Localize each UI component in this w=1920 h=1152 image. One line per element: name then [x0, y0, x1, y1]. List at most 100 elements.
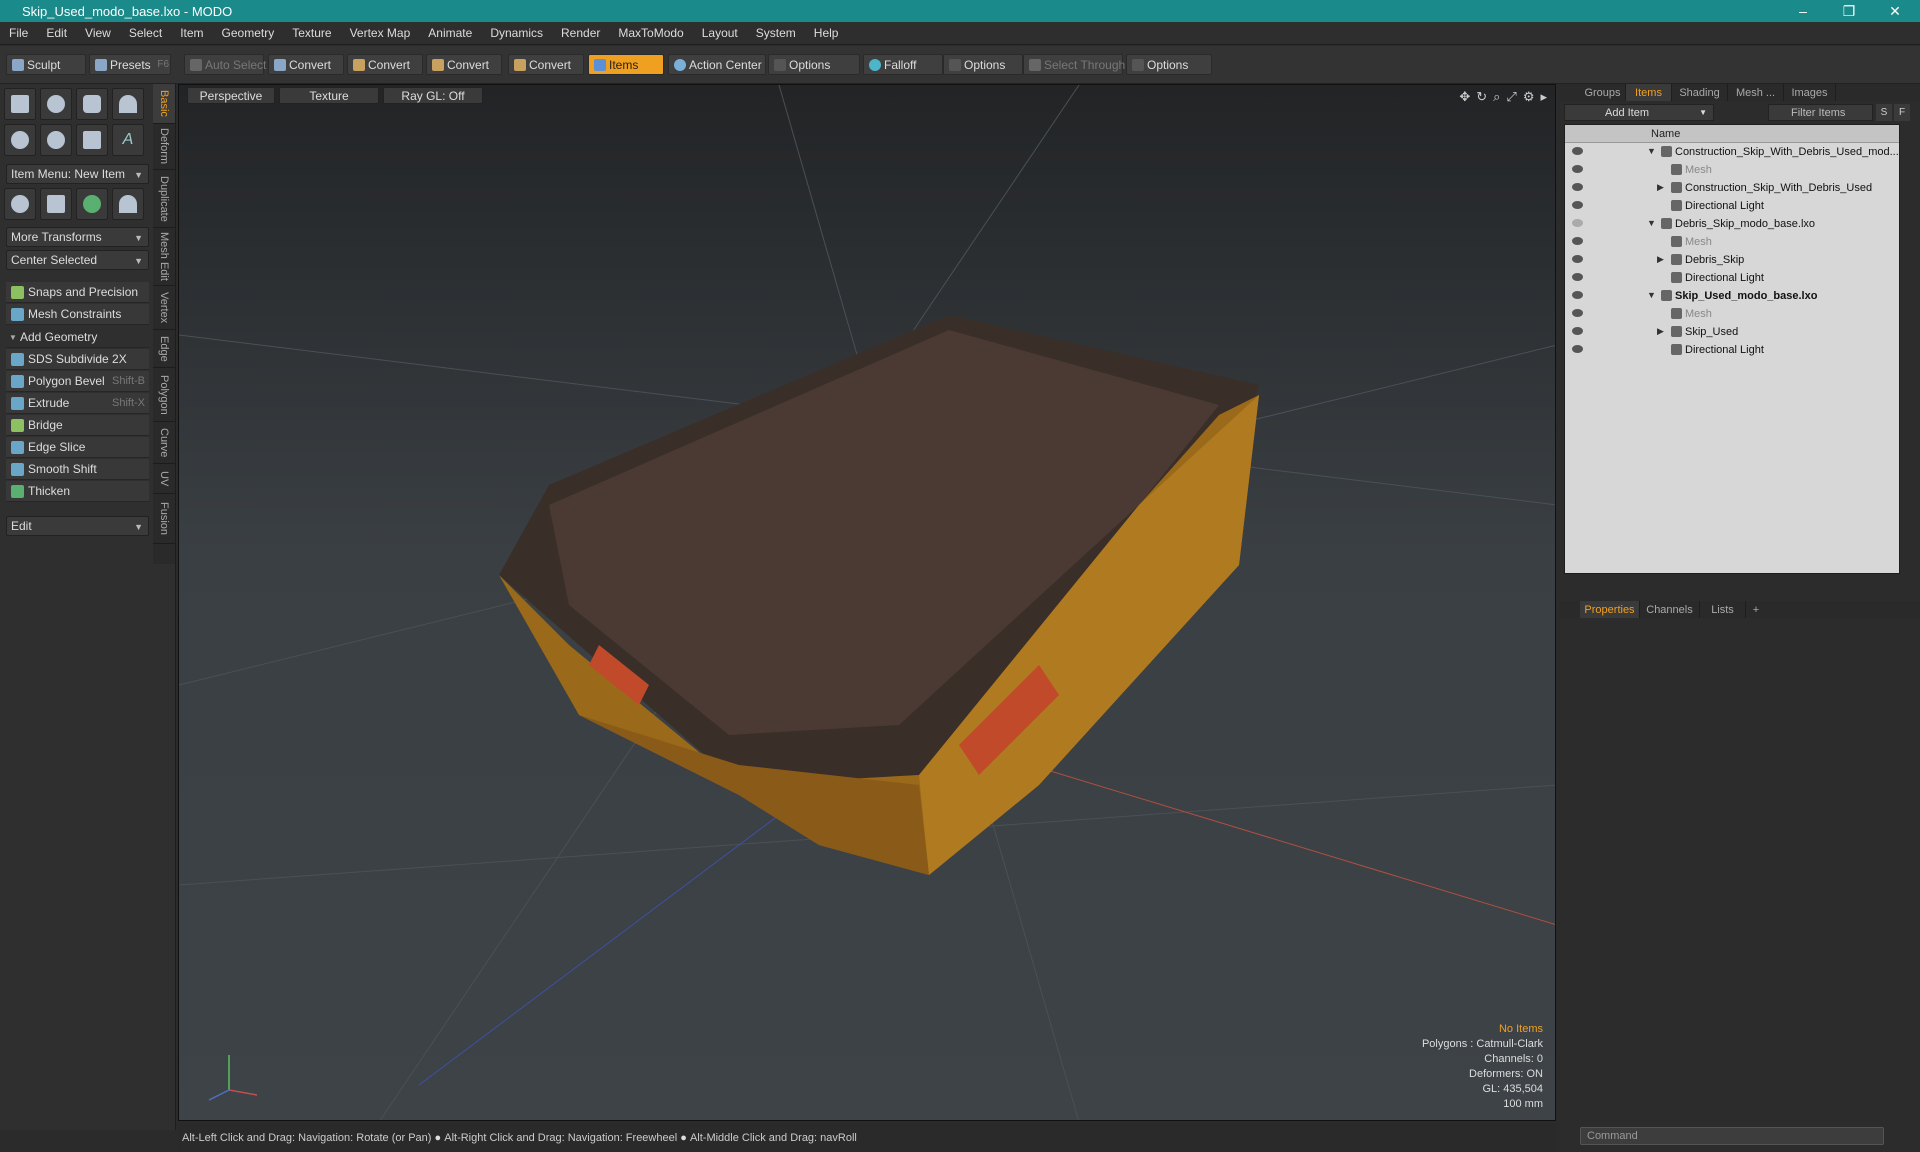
menu-layout[interactable]: Layout — [693, 26, 747, 40]
item-row[interactable]: ▼ Skip_Used_modo_base.lxo — [1565, 287, 1899, 305]
chevron-down-icon[interactable]: ▼ — [1647, 218, 1656, 228]
eye-icon[interactable] — [1572, 165, 1583, 173]
menu-render[interactable]: Render — [552, 26, 609, 40]
sphere-primitive-button[interactable] — [40, 88, 72, 120]
tab-shading[interactable]: Shading — [1672, 84, 1728, 101]
eye-icon[interactable] — [1572, 147, 1583, 155]
snaps-precision-button[interactable]: Snaps and Precision — [6, 282, 149, 303]
eye-icon[interactable] — [1572, 237, 1583, 245]
tab-channels[interactable]: Channels — [1640, 601, 1700, 618]
3d-viewport[interactable]: Perspective Texture Ray GL: Off ✥ ↻ ⌕ ⤢ ⚙ ▸ N… — [178, 84, 1556, 1121]
menu-view[interactable]: View — [76, 26, 120, 40]
tab-fusion[interactable]: Fusion — [153, 494, 175, 544]
tab-duplicate[interactable]: Duplicate — [153, 170, 175, 228]
eye-icon[interactable] — [1572, 183, 1583, 191]
item-row[interactable]: Directional Light — [1565, 341, 1899, 359]
eye-icon[interactable] — [1572, 201, 1583, 209]
tab-deform[interactable]: Deform — [153, 124, 175, 170]
eye-icon[interactable] — [1572, 273, 1583, 281]
menu-select[interactable]: Select — [120, 26, 171, 40]
tab-items[interactable]: Items — [1626, 84, 1672, 101]
tab-properties[interactable]: Properties — [1580, 601, 1640, 618]
item-row[interactable]: Mesh — [1565, 305, 1899, 323]
globe-button[interactable] — [76, 188, 108, 220]
menu-edit[interactable]: Edit — [37, 26, 76, 40]
center-selected-dropdown[interactable]: Center Selected ▼ — [6, 250, 149, 270]
eye-icon[interactable] — [1572, 309, 1583, 317]
falloff-button[interactable]: Falloff — [863, 54, 943, 75]
grid-button[interactable] — [40, 188, 72, 220]
convert-button-4[interactable]: Convert — [508, 54, 584, 75]
menu-vertex-map[interactable]: Vertex Map — [341, 26, 420, 40]
edit-dropdown[interactable]: Edit ▼ — [6, 516, 149, 536]
convert-button-3[interactable]: Convert — [426, 54, 502, 75]
menu-maxtomodo[interactable]: MaxToModo — [609, 26, 692, 40]
add-item-button[interactable]: Add Item ▼ — [1564, 104, 1714, 121]
menu-help[interactable]: Help — [805, 26, 848, 40]
select-through-button[interactable]: Select Through — [1023, 54, 1125, 75]
mesh-constraints-button[interactable]: Mesh Constraints — [6, 304, 149, 325]
sculpt-button[interactable]: Sculpt — [6, 54, 86, 75]
options-button-2[interactable]: Options — [943, 54, 1023, 75]
items-mode-button[interactable]: Items — [588, 54, 664, 75]
tab-vertex[interactable]: Vertex — [153, 286, 175, 330]
item-row[interactable]: ▼ Debris_Skip_modo_base.lxo — [1565, 215, 1899, 233]
item-row[interactable]: Directional Light — [1565, 197, 1899, 215]
smooth-shift-button[interactable]: Smooth Shift — [6, 459, 149, 480]
chevron-down-icon[interactable]: ▼ — [1647, 290, 1656, 300]
edge-slice-button[interactable]: Edge Slice — [6, 437, 149, 458]
eye-icon[interactable] — [1572, 345, 1583, 353]
tab-basic[interactable]: Basic — [153, 84, 175, 124]
transform-button[interactable] — [4, 188, 36, 220]
item-row[interactable]: Mesh — [1565, 161, 1899, 179]
menu-animate[interactable]: Animate — [419, 26, 481, 40]
action-center-button[interactable]: Action Center — [668, 54, 766, 75]
chevron-down-icon[interactable]: ▼ — [1647, 146, 1656, 156]
item-row[interactable]: ▶ Debris_Skip — [1565, 251, 1899, 269]
chevron-right-icon[interactable]: ▶ — [1657, 326, 1664, 337]
maximize-button[interactable]: ❐ — [1826, 0, 1872, 22]
more-transforms-dropdown[interactable]: More Transforms ▼ — [6, 227, 149, 247]
tab-mesh-edit[interactable]: Mesh Edit — [153, 228, 175, 286]
s-toggle-button[interactable]: S — [1876, 104, 1892, 121]
tab-images[interactable]: Images — [1784, 84, 1836, 101]
menu-system[interactable]: System — [747, 26, 805, 40]
torus-primitive-button[interactable] — [4, 124, 36, 156]
item-row[interactable]: Mesh — [1565, 233, 1899, 251]
chevron-right-icon[interactable]: ▶ — [1657, 182, 1664, 193]
item-row[interactable]: ▶ Skip_Used — [1565, 323, 1899, 341]
tab-curve[interactable]: Curve — [153, 422, 175, 464]
menu-geometry[interactable]: Geometry — [213, 26, 284, 40]
polygon-bevel-button[interactable]: Polygon Bevel Shift-B — [6, 371, 149, 392]
tab-polygon[interactable]: Polygon — [153, 368, 175, 422]
presets-button[interactable]: Presets F6 — [89, 54, 171, 75]
capsule-primitive-button[interactable] — [40, 124, 72, 156]
item-row[interactable]: ▶ Construction_Skip_With_Debris_Used — [1565, 179, 1899, 197]
add-tab-button[interactable]: + — [1746, 601, 1766, 618]
pan-icon[interactable]: ✥ — [1459, 89, 1470, 105]
close-button[interactable]: ✕ — [1872, 0, 1918, 22]
menu-texture[interactable]: Texture — [283, 26, 340, 40]
convert-button-2[interactable]: Convert — [347, 54, 423, 75]
tab-lists[interactable]: Lists — [1700, 601, 1746, 618]
cylinder-primitive-button[interactable] — [76, 88, 108, 120]
add-geometry-header[interactable]: ▼ Add Geometry — [6, 327, 149, 348]
tab-mesh[interactable]: Mesh ... — [1728, 84, 1784, 101]
command-input[interactable]: Command — [1580, 1127, 1884, 1145]
item-row[interactable]: ▼ Construction_Skip_With_Debris_Used_mod.… — [1565, 143, 1899, 161]
pyramid-button[interactable] — [112, 188, 144, 220]
gear-icon[interactable]: ⚙ — [1523, 89, 1535, 105]
cube-primitive-button[interactable] — [4, 88, 36, 120]
rotate-icon[interactable]: ↻ — [1476, 89, 1487, 105]
chevron-right-icon[interactable]: ▶ — [1657, 254, 1664, 265]
tab-edge[interactable]: Edge — [153, 330, 175, 368]
options-button-3[interactable]: Options — [1126, 54, 1212, 75]
sds-subdivide-button[interactable]: SDS Subdivide 2X — [6, 349, 149, 370]
tab-groups[interactable]: Groups — [1580, 84, 1626, 101]
thicken-button[interactable]: Thicken — [6, 481, 149, 502]
extrude-button[interactable]: Extrude Shift-X — [6, 393, 149, 414]
menu-file[interactable]: File — [0, 26, 37, 40]
convert-button-1[interactable]: Convert — [268, 54, 344, 75]
item-menu-dropdown[interactable]: Item Menu: New Item ▼ — [6, 164, 149, 184]
chevron-right-icon[interactable]: ▸ — [1540, 89, 1547, 105]
